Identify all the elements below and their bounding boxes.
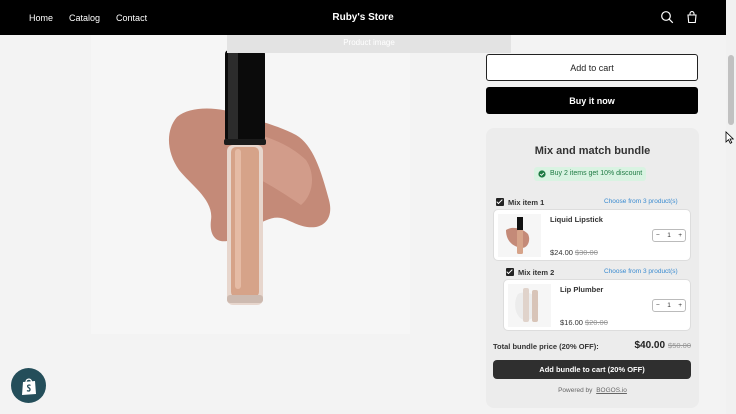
mix-item-1-thumbnail: [498, 214, 541, 257]
powered-by-link[interactable]: BOGOS.io: [596, 387, 627, 394]
bundle-total-label: Total bundle price (20% OFF):: [493, 342, 599, 351]
mix-item-1-compare-price: $30.00: [574, 248, 598, 257]
nav-home[interactable]: Home: [29, 13, 53, 23]
shopify-bag-icon: [21, 377, 36, 395]
powered-by: Powered by BOGOS.io: [486, 387, 699, 394]
mix-item-2-quantity-stepper[interactable]: − 1 +: [652, 299, 686, 312]
mix-item-2-checkbox[interactable]: [506, 268, 514, 276]
site-header: Home Catalog Contact Ruby's Store: [0, 0, 726, 35]
minus-icon[interactable]: −: [656, 232, 660, 239]
mix-item-2-compare-price: $20.00: [584, 318, 608, 327]
cart-icon[interactable]: [685, 10, 699, 24]
add-bundle-to-cart-button[interactable]: Add bundle to cart (20% OFF): [493, 360, 691, 379]
media-caption: Product image: [227, 35, 511, 53]
mix-item-2-sale-price: $16.00: [560, 318, 583, 327]
powered-by-label: Powered by: [558, 387, 593, 394]
mix-item-2-choose-link[interactable]: Choose from 3 product(s): [604, 268, 678, 275]
page-scrollbar[interactable]: [726, 0, 736, 414]
product-image-lipgloss: [168, 50, 331, 305]
nav-contact[interactable]: Contact: [116, 13, 147, 23]
mix-item-1-price: $24.00 $30.00: [550, 248, 598, 257]
scrollbar-thumb[interactable]: [728, 55, 734, 125]
mix-item-1-choose-link[interactable]: Choose from 3 product(s): [604, 198, 678, 205]
plus-icon[interactable]: +: [678, 232, 682, 239]
check-circle-icon: [538, 170, 546, 178]
mix-item-2-quantity: 1: [667, 302, 671, 309]
mix-item-1-quantity-stepper[interactable]: − 1 +: [652, 229, 686, 242]
lipstick-thumbnail-image: [506, 217, 530, 254]
plus-icon[interactable]: +: [678, 302, 682, 309]
mix-item-2-label: Mix item 2: [518, 267, 555, 277]
buy-now-button[interactable]: Buy it now: [486, 87, 698, 114]
minus-icon[interactable]: −: [656, 302, 660, 309]
page: Home Catalog Contact Ruby's Store Produc…: [0, 0, 736, 414]
mix-item-2-header: Mix item 2: [506, 267, 554, 277]
lip-plumper-thumbnail-image: [515, 288, 539, 322]
shopify-chat-button[interactable]: [11, 368, 46, 403]
search-icon[interactable]: [660, 10, 674, 24]
bundle-total-price: $40.00 $50.00: [634, 340, 691, 351]
mix-item-1-sale-price: $24.00: [550, 248, 573, 257]
discount-text: Buy 2 items get 10% discount: [550, 170, 643, 177]
mix-item-2-card[interactable]: Lip Plumber $16.00 $20.00 − 1 +: [503, 279, 691, 331]
mix-item-1-header: Mix item 1: [496, 197, 544, 207]
bundle-title: Mix and match bundle: [534, 145, 651, 157]
mix-item-2-thumbnail: [508, 284, 551, 327]
product-media: [91, 35, 410, 334]
discount-badge: Buy 2 items get 10% discount: [534, 167, 647, 181]
mix-item-1-label: Mix item 1: [508, 197, 545, 207]
bundle-total-compare-price: $50.00: [668, 341, 691, 350]
mix-item-1-quantity: 1: [667, 232, 671, 239]
store-brand[interactable]: Ruby's Store: [332, 12, 393, 23]
mix-item-1-checkbox[interactable]: [496, 198, 504, 206]
nav-catalog[interactable]: Catalog: [69, 13, 100, 23]
mix-item-1-name: Liquid Lipstick: [550, 215, 603, 224]
mix-item-2-price: $16.00 $20.00: [560, 318, 608, 327]
mix-item-2-name: Lip Plumber: [560, 285, 604, 294]
mouse-cursor-icon: [725, 131, 734, 144]
main-nav: Home Catalog Contact: [29, 0, 163, 35]
bundle-total-sale-price: $40.00: [634, 340, 666, 351]
mix-item-1-card[interactable]: Liquid Lipstick $24.00 $30.00 − 1 +: [493, 209, 691, 261]
bundle-widget: Mix and match bundle Buy 2 items get 10%…: [486, 128, 699, 408]
add-to-cart-button[interactable]: Add to cart: [486, 54, 698, 81]
